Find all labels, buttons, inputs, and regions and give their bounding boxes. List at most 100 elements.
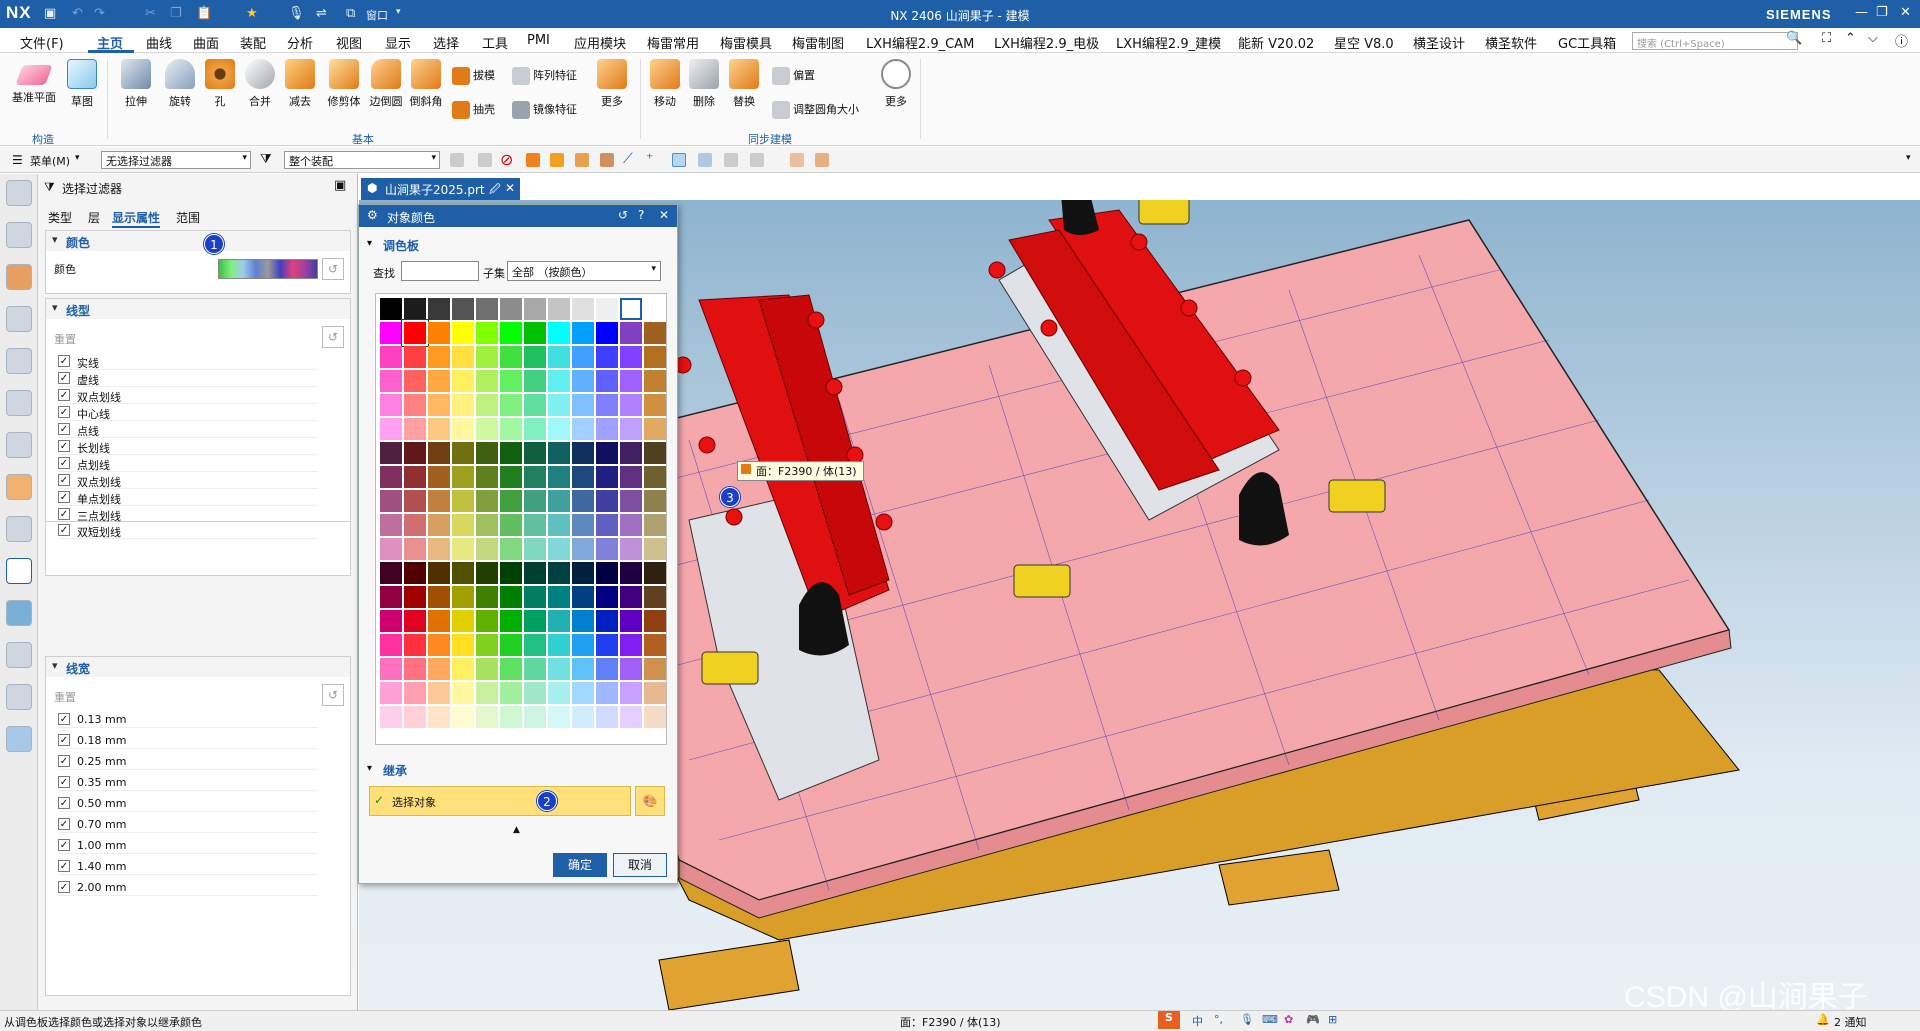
color-swatch[interactable] <box>428 298 450 320</box>
color-swatch[interactable] <box>452 394 474 416</box>
color-swatch[interactable] <box>644 466 666 488</box>
inherit-section-header[interactable]: 继承 <box>383 762 407 779</box>
color-swatch[interactable] <box>476 658 498 680</box>
minimize-icon[interactable]: — <box>1855 5 1868 20</box>
color-swatch[interactable] <box>620 610 642 632</box>
color-swatch[interactable] <box>620 346 642 368</box>
color-swatch[interactable] <box>524 442 546 464</box>
color-swatch[interactable] <box>596 418 618 440</box>
color-swatch[interactable] <box>380 346 402 368</box>
color-swatch[interactable] <box>404 490 426 512</box>
snap-point-icon[interactable] <box>698 153 712 167</box>
move-face-button[interactable]: 移动 <box>645 59 685 109</box>
color-swatch[interactable] <box>380 514 402 536</box>
color-swatch[interactable] <box>644 322 666 344</box>
menu-hengsheng-design[interactable]: 横圣设计 <box>1413 33 1465 52</box>
color-swatch[interactable] <box>404 610 426 632</box>
color-swatch[interactable] <box>620 634 642 656</box>
color-swatch[interactable] <box>596 346 618 368</box>
menu-hengsheng-software[interactable]: 横圣软件 <box>1485 33 1537 52</box>
color-swatch[interactable] <box>596 538 618 560</box>
ime-voice-icon[interactable]: 🎙 <box>1240 1013 1254 1026</box>
linetype-checkbox[interactable]: ✓ 点划线 <box>58 455 318 472</box>
collapse-ribbon-icon[interactable]: ⌃ <box>1845 31 1856 46</box>
menu-lxh-modeling[interactable]: LXH编程2.9_建模 <box>1116 33 1221 52</box>
color-swatch[interactable] <box>572 610 594 632</box>
color-swatch[interactable] <box>476 562 498 584</box>
box-view-2-icon[interactable] <box>815 153 829 167</box>
dialog-title-bar[interactable]: ⚙ 对象颜色 ↺ ? ✕ <box>359 205 677 227</box>
color-swatch[interactable] <box>620 322 642 344</box>
snap-mid-icon[interactable] <box>750 153 764 167</box>
color-swatch[interactable] <box>452 418 474 440</box>
color-swatch[interactable] <box>500 322 522 344</box>
clock-icon[interactable] <box>6 642 32 668</box>
linetype-checkbox[interactable]: ✓ 三点划线 <box>58 506 318 523</box>
component-select-icon[interactable] <box>600 153 614 167</box>
offset-region-button[interactable]: 偏置 <box>772 67 815 85</box>
reset-icon[interactable]: ↺ <box>322 258 344 280</box>
color-swatch[interactable] <box>620 682 642 704</box>
color-swatch[interactable] <box>524 346 546 368</box>
color-swatch[interactable] <box>620 370 642 392</box>
color-swatch[interactable] <box>380 442 402 464</box>
hole-button[interactable]: 孔 <box>200 59 240 109</box>
unite-button[interactable]: 合并 <box>240 59 280 109</box>
select-object-row[interactable]: ✓ 选择对象 <box>369 786 631 816</box>
color-swatch[interactable] <box>500 490 522 512</box>
color-swatch[interactable] <box>404 514 426 536</box>
color-swatch[interactable] <box>402 320 428 346</box>
color-swatch[interactable] <box>452 682 474 704</box>
color-swatch[interactable] <box>404 394 426 416</box>
color-swatch[interactable] <box>476 298 498 320</box>
color-swatch[interactable] <box>620 658 642 680</box>
notification-count[interactable]: 2 通知 <box>1834 1014 1867 1030</box>
ime-toolbox-icon[interactable]: ⊞ <box>1328 1013 1337 1026</box>
help-icon[interactable]: ⓘ <box>1895 31 1908 50</box>
color-swatch[interactable] <box>548 634 570 656</box>
close-tab-icon[interactable]: ✕ <box>505 181 515 195</box>
color-swatch[interactable] <box>644 490 666 512</box>
cursor-select-icon[interactable] <box>672 153 686 167</box>
color-swatch[interactable] <box>500 418 522 440</box>
edge-blend-button[interactable]: 边倒圆 <box>364 59 408 109</box>
color-swatch[interactable] <box>452 514 474 536</box>
fullscreen-icon[interactable]: ⛶ <box>1822 31 1831 46</box>
tab-display-attributes[interactable]: 显示属性 <box>112 209 161 228</box>
color-swatch[interactable] <box>644 682 666 704</box>
menu-button[interactable]: 菜单(M) <box>30 153 70 169</box>
cancel-button[interactable]: 取消 <box>613 853 667 877</box>
color-swatch[interactable] <box>428 610 450 632</box>
menu-analysis[interactable]: 分析 <box>287 33 313 52</box>
menu-applications[interactable]: 应用模块 <box>574 33 626 52</box>
color-swatch[interactable] <box>548 346 570 368</box>
menu-assembly[interactable]: 装配 <box>240 33 266 52</box>
collapse-up-icon[interactable]: ▲ <box>513 825 520 835</box>
linewidth-checkbox[interactable]: ✓ 0.35 mm <box>58 774 318 791</box>
color-swatch[interactable] <box>572 490 594 512</box>
reset-icon[interactable]: ↺ <box>618 208 628 222</box>
color-swatch[interactable] <box>380 466 402 488</box>
color-swatch[interactable] <box>500 610 522 632</box>
menu-meilei-common[interactable]: 梅雷常用 <box>647 33 699 52</box>
snap-tool-icon[interactable] <box>478 153 492 167</box>
no-symbol-icon[interactable]: ⊘ <box>500 150 513 169</box>
color-swatch[interactable] <box>548 466 570 488</box>
linewidth-checkbox[interactable]: ✓ 1.40 mm <box>58 858 318 875</box>
color-swatch[interactable] <box>572 586 594 608</box>
menu-view[interactable]: 视图 <box>336 33 362 52</box>
find-input[interactable] <box>401 261 479 281</box>
color-swatch[interactable] <box>500 298 522 320</box>
color-swatch[interactable] <box>572 706 594 728</box>
maximize-icon[interactable]: ▣ <box>334 178 346 193</box>
color-swatch[interactable] <box>500 538 522 560</box>
color-swatch[interactable] <box>428 538 450 560</box>
trim-body-button[interactable]: 修剪体 <box>322 59 366 109</box>
linewidth-checkbox[interactable]: ✓ 0.25 mm <box>58 753 318 770</box>
linewidth-checkbox[interactable]: ✓ 0.70 mm <box>58 816 318 833</box>
color-swatch[interactable] <box>476 322 498 344</box>
constraint-navigator-icon[interactable] <box>6 264 32 290</box>
color-swatch[interactable] <box>548 370 570 392</box>
color-swatch[interactable] <box>500 634 522 656</box>
menu-select[interactable]: 选择 <box>433 33 459 52</box>
